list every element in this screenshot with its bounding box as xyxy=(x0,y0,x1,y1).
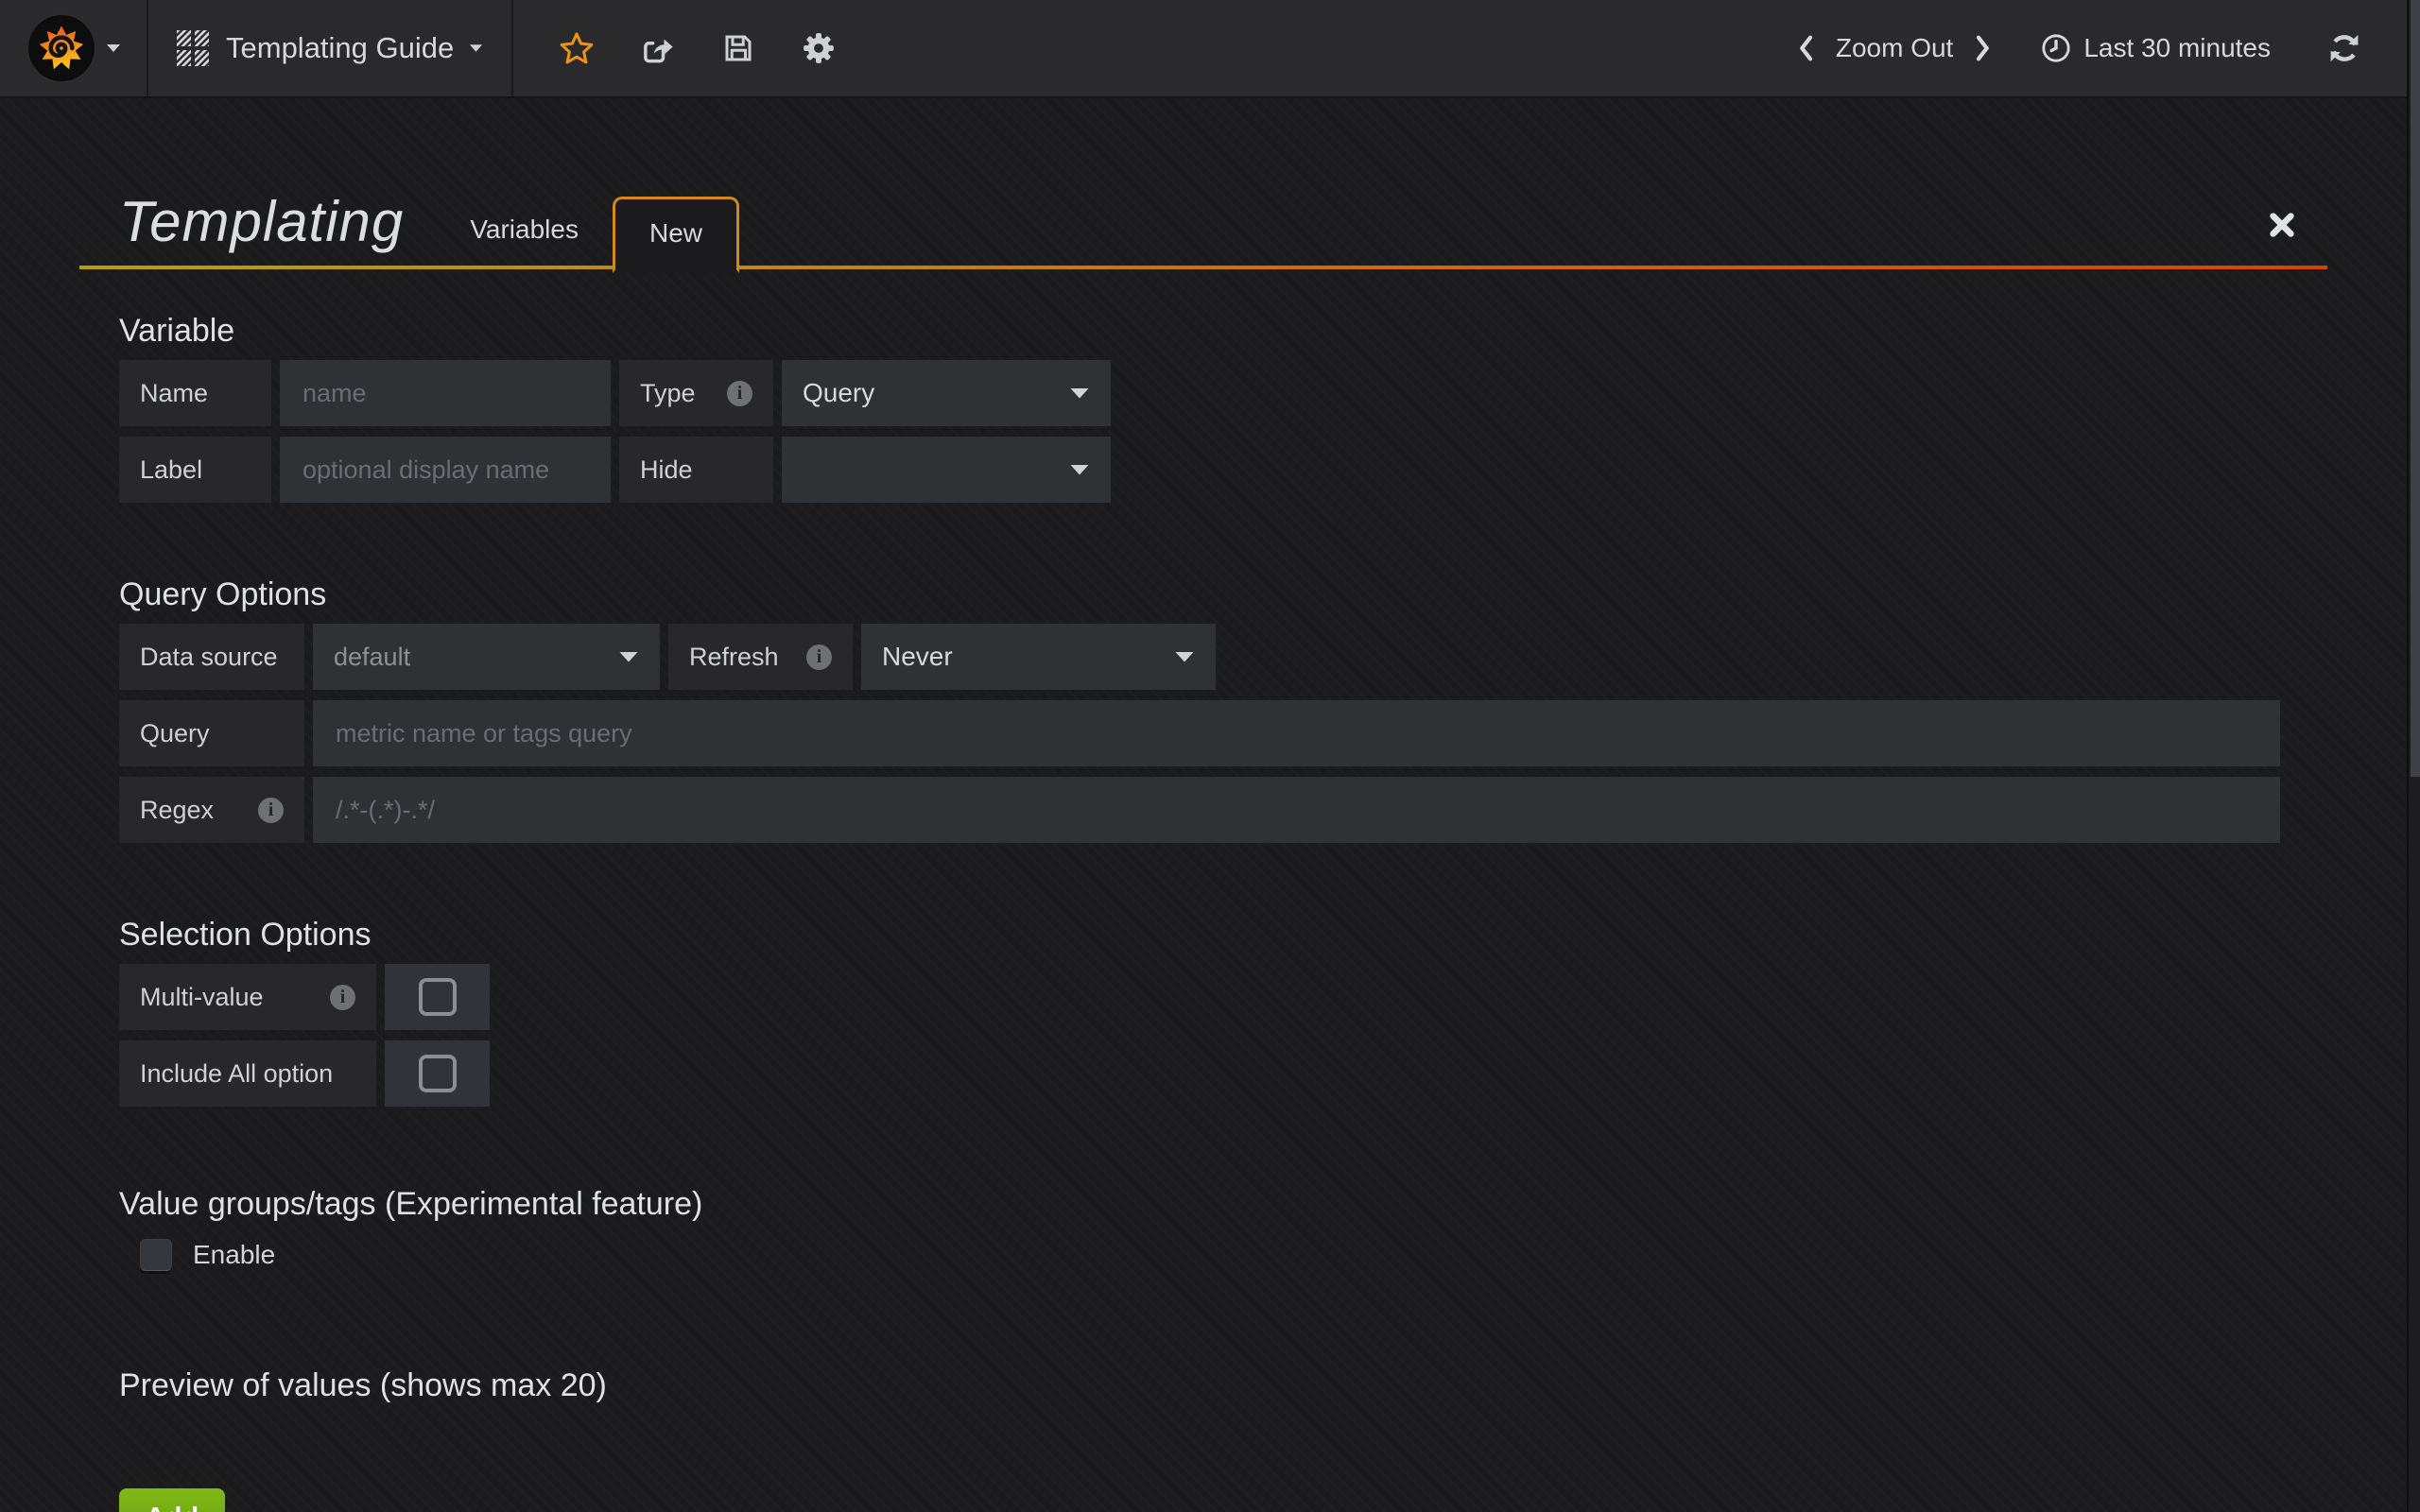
enable-row: Enable xyxy=(119,1239,2327,1271)
caret-down-icon xyxy=(618,651,639,663)
enable-checkbox[interactable] xyxy=(140,1239,172,1271)
scrollbar-thumb[interactable] xyxy=(2411,0,2420,777)
variable-heading: Variable xyxy=(119,311,2327,351)
include-all-label: Include All option xyxy=(119,1040,376,1107)
datasource-label: Data source xyxy=(119,624,304,690)
tab-new[interactable]: New xyxy=(613,197,739,273)
label-input[interactable] xyxy=(280,437,611,503)
caret-down-icon xyxy=(1174,651,1195,663)
page-title: Templating xyxy=(79,189,404,269)
datasource-row: Data source default Refresh i Never xyxy=(119,624,2327,690)
query-input[interactable] xyxy=(313,700,2280,766)
include-all-row: Include All option xyxy=(119,1040,2327,1107)
value-groups-heading: Value groups/tags (Experimental feature) xyxy=(119,1184,2327,1224)
info-icon[interactable]: i xyxy=(258,798,284,823)
refresh-label: Refresh i xyxy=(668,624,853,690)
add-button[interactable]: Add xyxy=(119,1488,225,1512)
tab-underline xyxy=(79,266,2327,269)
preview-section: Preview of values (shows max 20) xyxy=(79,1366,2327,1405)
grafana-app: Templating Guide xyxy=(0,0,2420,1512)
info-icon[interactable]: i xyxy=(330,985,355,1010)
info-icon[interactable]: i xyxy=(806,644,832,670)
include-all-checkbox[interactable] xyxy=(385,1040,490,1107)
type-select[interactable]: Query xyxy=(782,360,1111,426)
caret-down-icon xyxy=(1069,387,1090,400)
label-label: Label xyxy=(119,437,271,503)
regex-label: Regex i xyxy=(119,777,304,843)
tabs: Variables New xyxy=(436,197,739,269)
selection-options-section: Selection Options Multi-value i Include … xyxy=(79,915,2327,1107)
tab-variables[interactable]: Variables xyxy=(436,215,613,269)
name-label: Name xyxy=(119,360,271,426)
caret-down-icon xyxy=(1069,464,1090,476)
datasource-select[interactable]: default xyxy=(313,624,660,690)
type-label: Type i xyxy=(619,360,773,426)
multi-value-label: Multi-value i xyxy=(119,964,376,1030)
query-label: Query xyxy=(119,700,304,766)
refresh-select[interactable]: Never xyxy=(861,624,1216,690)
close-button[interactable] xyxy=(2261,204,2303,246)
enable-label: Enable xyxy=(193,1240,275,1270)
info-icon[interactable]: i xyxy=(727,381,752,406)
page-header: Templating Variables New xyxy=(79,98,2327,269)
regex-row: Regex i xyxy=(119,777,2327,843)
regex-input[interactable] xyxy=(313,777,2280,843)
multi-value-row: Multi-value i xyxy=(119,964,2327,1030)
name-input[interactable] xyxy=(280,360,611,426)
scrollbar-track[interactable] xyxy=(2407,0,2420,1512)
variable-label-row: Label Hide xyxy=(119,437,2327,503)
query-options-heading: Query Options xyxy=(119,575,2327,614)
hide-label: Hide xyxy=(619,437,773,503)
templating-editor: Templating Variables New Variable Name T… xyxy=(79,0,2327,1512)
multi-value-checkbox[interactable] xyxy=(385,964,490,1030)
variable-name-row: Name Type i Query xyxy=(119,360,2327,426)
variable-section: Variable Name Type i Query Label Hid xyxy=(79,311,2327,503)
preview-heading: Preview of values (shows max 20) xyxy=(119,1366,2327,1405)
selection-options-heading: Selection Options xyxy=(119,915,2327,954)
checkbox-icon xyxy=(419,978,457,1016)
checkbox-icon xyxy=(419,1055,457,1092)
value-groups-section: Value groups/tags (Experimental feature)… xyxy=(79,1184,2327,1271)
hide-select[interactable] xyxy=(782,437,1111,503)
close-icon xyxy=(2267,210,2297,240)
query-options-section: Query Options Data source default Refres… xyxy=(79,575,2327,843)
refresh-icon xyxy=(2327,31,2361,65)
refresh-button[interactable] xyxy=(2327,31,2361,65)
query-row: Query xyxy=(119,700,2327,766)
